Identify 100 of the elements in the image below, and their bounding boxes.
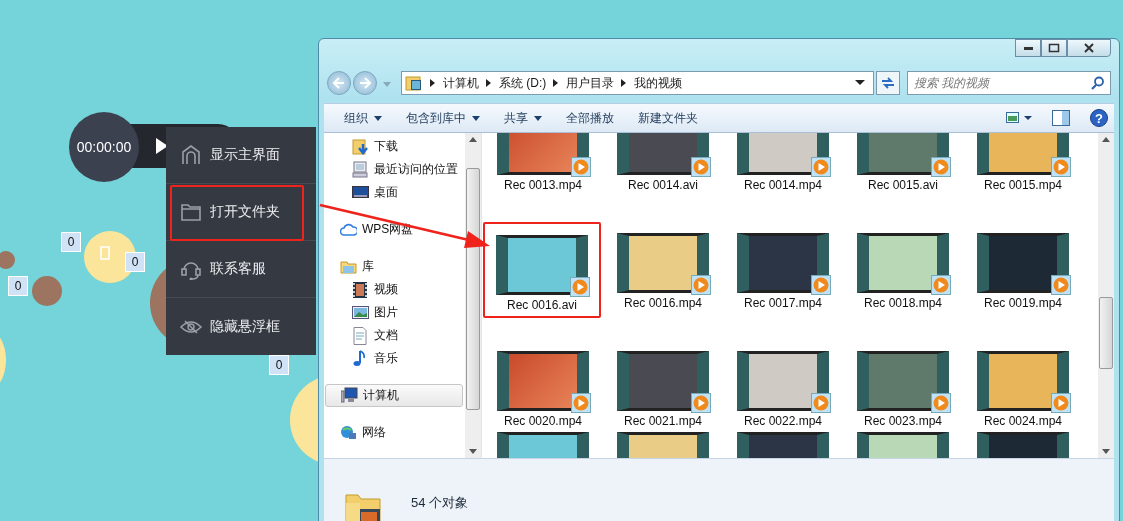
refresh-button[interactable] xyxy=(876,71,900,95)
minimize-button[interactable] xyxy=(1015,39,1041,57)
play-badge-icon xyxy=(811,275,831,295)
menu-item[interactable]: 联系客服 xyxy=(166,241,316,298)
right-arrow-icon xyxy=(358,77,372,89)
file-item[interactable]: Rec 0014.avi xyxy=(603,133,723,196)
file-item[interactable]: Rec 0017.mp4 xyxy=(723,215,843,314)
dropdown-arrow-icon xyxy=(855,80,865,86)
address-bar[interactable]: 计算机 系统 (D:) 用户目录 我的视频 xyxy=(401,71,874,95)
file-item[interactable]: Rec 0014.mp4 xyxy=(723,133,843,196)
file-item[interactable]: Rec 0015.avi xyxy=(843,133,963,196)
file-item[interactable]: Rec 0015.mp4 xyxy=(963,133,1083,196)
maximize-icon xyxy=(1047,42,1061,54)
file-item[interactable]: Rec 0019.mp4 xyxy=(963,215,1083,314)
search-field[interactable]: 搜索 我的视频 xyxy=(907,71,1111,95)
play-badge-icon xyxy=(811,393,831,413)
breadcrumb-item[interactable]: 用户目录 xyxy=(566,74,615,92)
scrollbar-thumb[interactable] xyxy=(466,168,480,410)
scroll-up-arrow-icon xyxy=(469,137,477,142)
toolbar-button[interactable]: 共享 xyxy=(496,105,550,131)
breadcrumb-item[interactable]: 系统 (D:) xyxy=(499,74,547,92)
play-badge-icon xyxy=(811,157,831,177)
decorative-circle xyxy=(84,231,136,283)
file-item[interactable]: Rec 0020.mp4 xyxy=(483,333,603,432)
chevron-icon xyxy=(621,79,628,87)
toolbar-button[interactable]: 包含到库中 xyxy=(398,105,488,131)
nav-item[interactable]: 文档 xyxy=(324,324,465,347)
caret-icon xyxy=(383,81,391,88)
film-icon xyxy=(352,280,369,299)
menu-item[interactable]: 显示主界面 xyxy=(166,127,316,184)
caret-icon xyxy=(472,115,480,121)
glyph-box-icon xyxy=(100,246,110,260)
file-item[interactable]: Rec 0021.mp4 xyxy=(603,333,723,432)
chevron-icon xyxy=(486,79,492,87)
scroll-down-arrow-icon xyxy=(469,449,477,454)
scrollbar[interactable] xyxy=(1098,133,1114,458)
nav-item[interactable]: 库 xyxy=(324,255,465,278)
home-icon xyxy=(180,144,202,166)
breadcrumb-item[interactable]: 计算机 xyxy=(443,74,479,92)
menu-item[interactable]: 隐藏悬浮框 xyxy=(166,298,316,355)
play-badge-icon xyxy=(1051,157,1071,177)
counter-label: 0 xyxy=(61,232,81,252)
counter-label: 0 xyxy=(125,252,145,272)
left-arrow-icon xyxy=(332,77,346,89)
file-item[interactable]: Rec 0016.mp4 xyxy=(603,215,723,314)
nav-item[interactable]: 计算机 xyxy=(325,384,463,407)
chevron-icon xyxy=(553,79,560,87)
chevron-icon xyxy=(430,79,436,87)
play-badge-icon xyxy=(691,157,711,177)
toolbar-button[interactable]: 全部播放 xyxy=(558,105,622,131)
counter-label: 0 xyxy=(269,355,289,375)
caret-icon xyxy=(374,115,382,121)
file-item[interactable]: Rec 0013.mp4 xyxy=(483,133,603,196)
status-text: 54 个对象 xyxy=(411,494,469,512)
play-badge-icon xyxy=(691,393,711,413)
caret-icon xyxy=(534,115,542,121)
nav-item[interactable]: 音乐 xyxy=(324,347,465,370)
scroll-down-arrow-icon xyxy=(1102,449,1110,454)
play-badge-icon xyxy=(931,275,951,295)
file-item[interactable]: Rec 0018.mp4 xyxy=(843,215,963,314)
document-icon xyxy=(352,326,369,345)
decorative-circle xyxy=(32,276,62,306)
nav-item[interactable]: 图片 xyxy=(324,301,465,324)
toolbar-button[interactable]: 新建文件夹 xyxy=(630,105,706,131)
nav-item[interactable]: 最近访问的位置 xyxy=(324,158,465,181)
nav-item[interactable]: 视频 xyxy=(324,278,465,301)
computer-icon xyxy=(352,160,369,179)
breadcrumb-item[interactable]: 我的视频 xyxy=(634,74,683,92)
picture-icon xyxy=(1006,112,1032,124)
nav-item[interactable]: 桌面 xyxy=(324,181,465,204)
minimize-icon xyxy=(1023,46,1033,50)
download-folder-icon xyxy=(352,137,369,156)
play-badge-icon xyxy=(691,275,711,295)
close-button[interactable] xyxy=(1067,39,1111,57)
file-item[interactable]: Rec 0016.avi xyxy=(483,222,601,318)
scroll-up-arrow-icon xyxy=(1102,137,1110,142)
play-badge-icon xyxy=(931,393,951,413)
play-badge-icon xyxy=(1051,275,1071,295)
nav-item[interactable]: 下载 xyxy=(324,135,465,158)
file-item[interactable]: Rec 0023.mp4 xyxy=(843,333,963,432)
picture-icon xyxy=(352,303,369,322)
play-badge-icon xyxy=(931,157,951,177)
file-item[interactable]: Rec 0024.mp4 xyxy=(963,333,1083,432)
toolbar-button[interactable]: 组织 xyxy=(336,105,390,131)
refresh-icon xyxy=(880,76,896,90)
play-badge-icon xyxy=(571,393,591,413)
scrollbar[interactable] xyxy=(465,133,481,458)
menu-item[interactable]: 打开文件夹 xyxy=(166,184,316,241)
maximize-button[interactable] xyxy=(1041,39,1067,57)
computer-icon xyxy=(341,386,358,405)
nav-item[interactable]: 网络 xyxy=(324,421,465,444)
video-folder-icon xyxy=(405,74,423,92)
close-icon xyxy=(1082,42,1096,54)
file-item[interactable]: Rec 0022.mp4 xyxy=(723,333,843,432)
help-button[interactable]: ? xyxy=(1084,106,1114,130)
play-badge-icon xyxy=(571,157,591,177)
scrollbar-thumb[interactable] xyxy=(1099,297,1113,369)
timer-label: 00:00:00 xyxy=(69,112,139,182)
play-badge-icon xyxy=(1051,393,1071,413)
play-badge-icon xyxy=(570,277,590,297)
